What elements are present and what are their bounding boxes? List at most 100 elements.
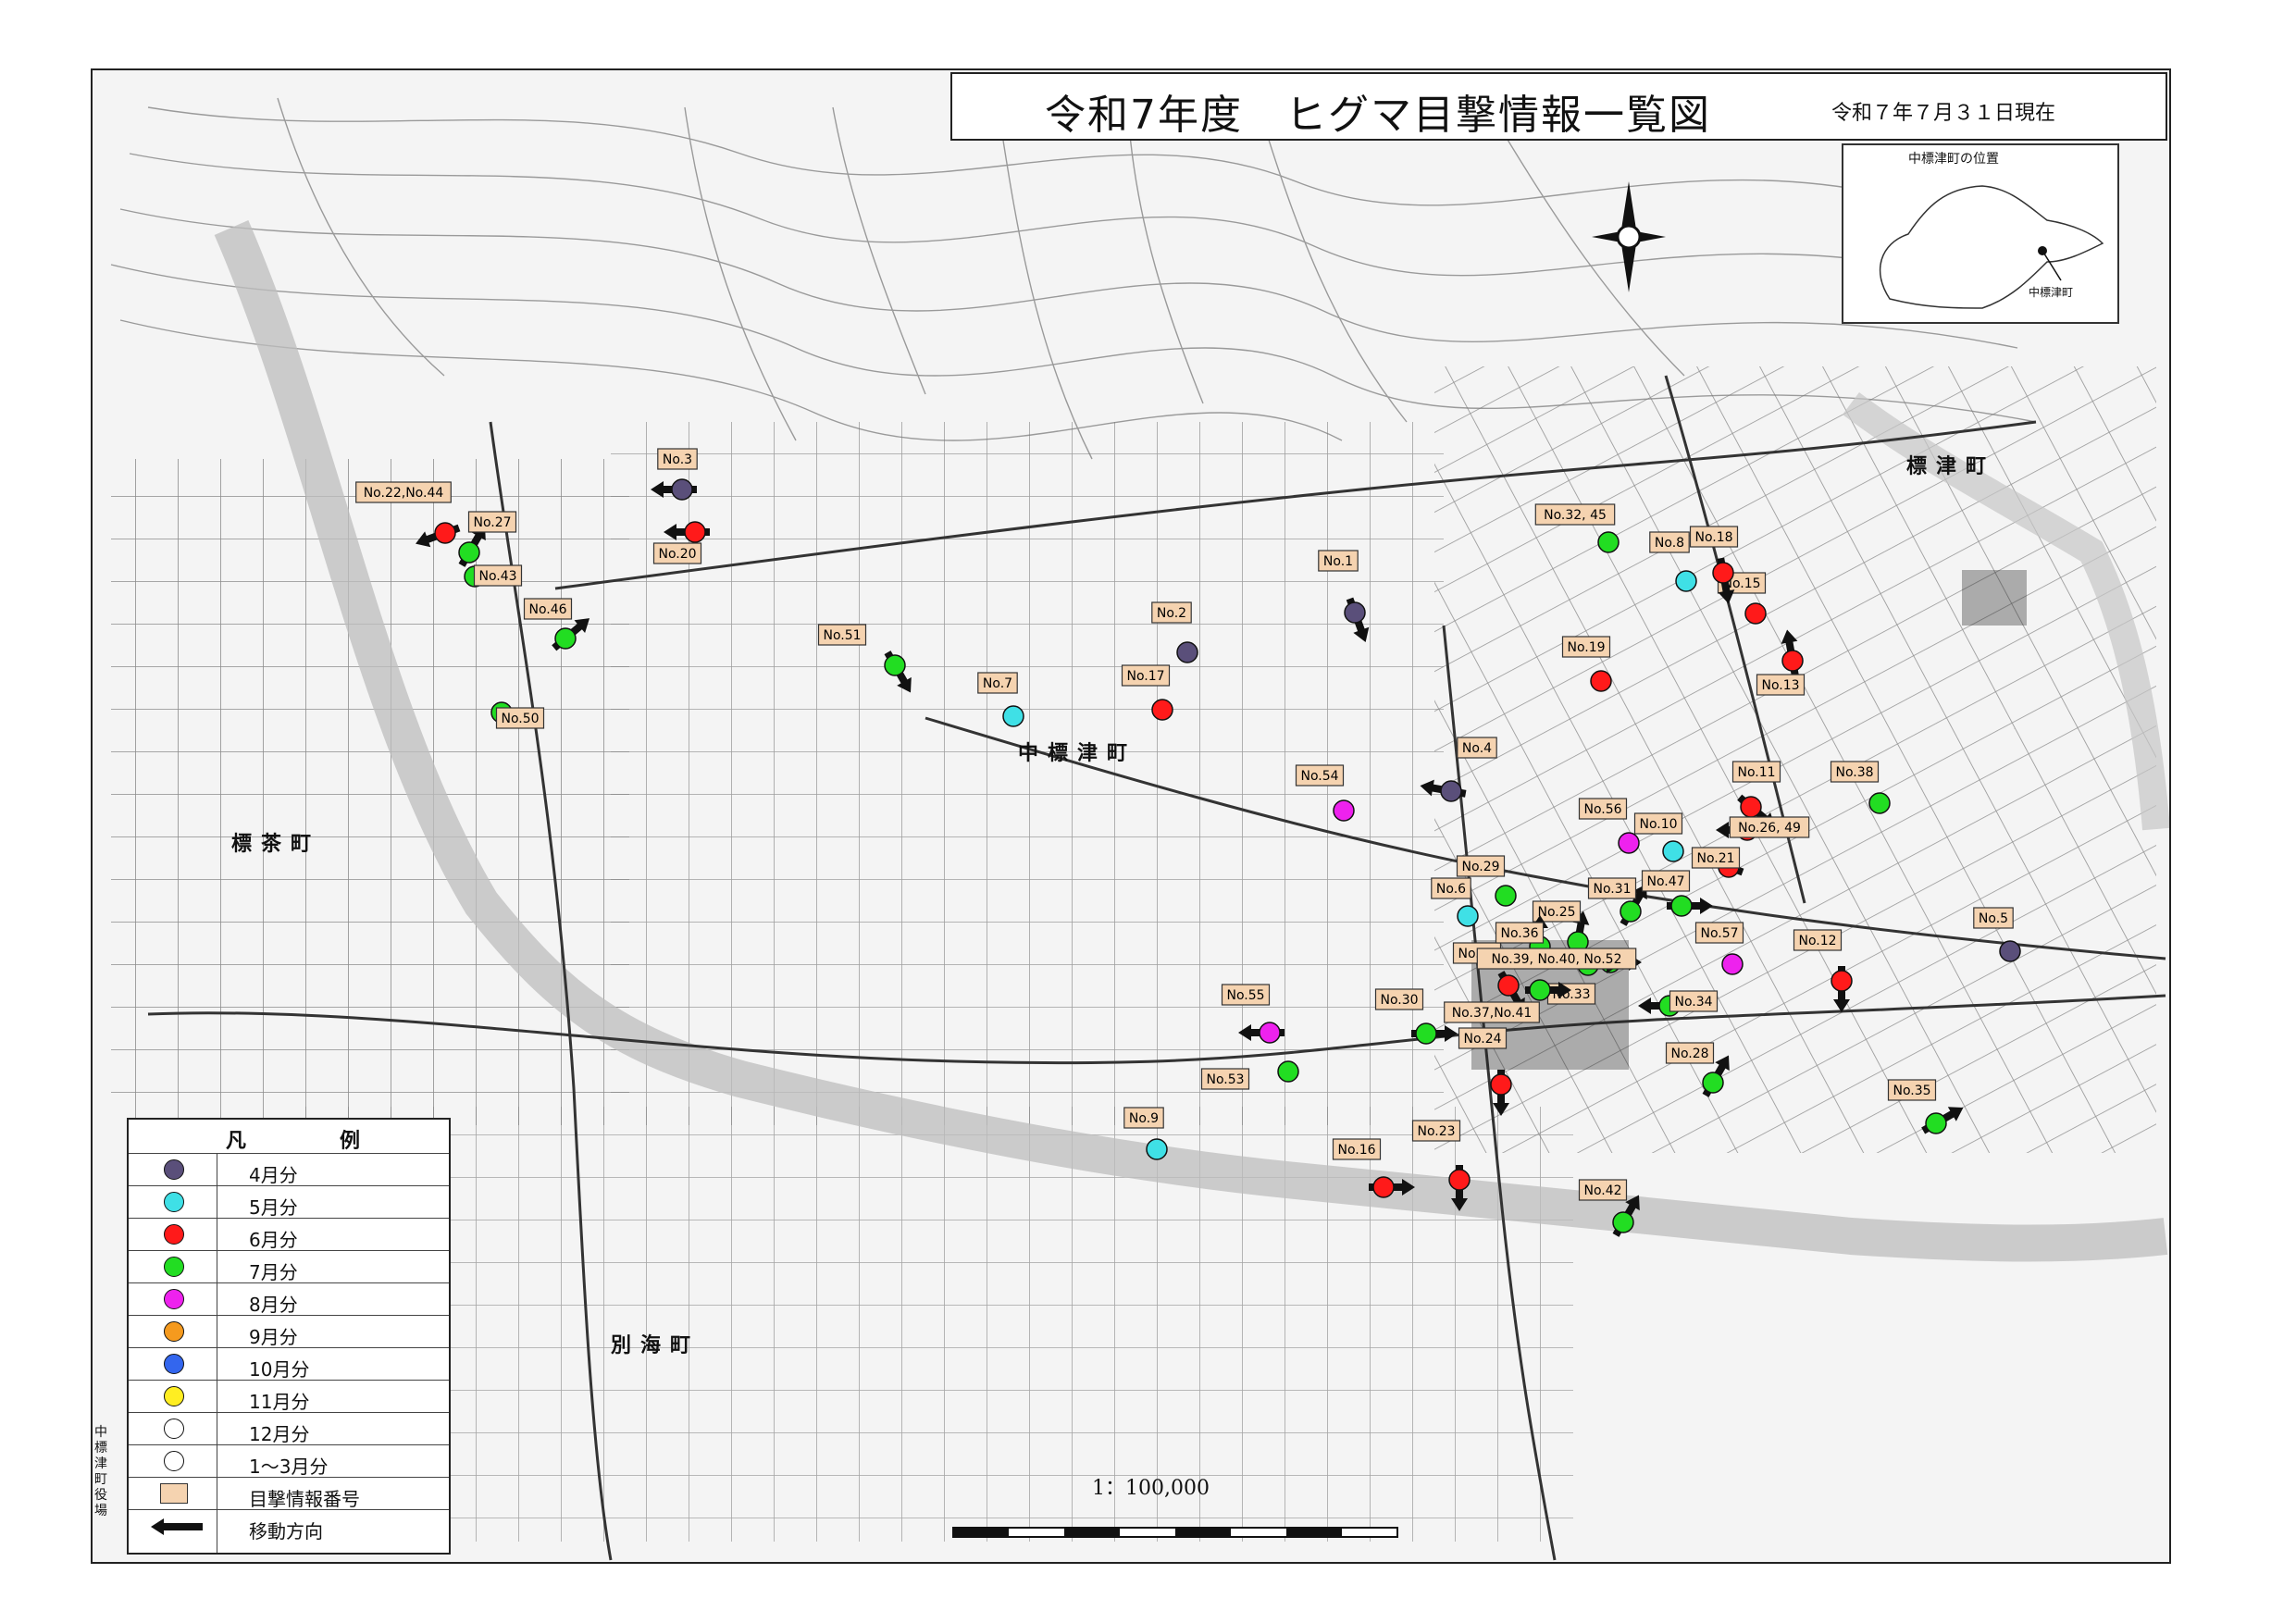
sighting-2: No.2 [1151,601,1198,663]
sighting-label: No.39, No.40, No.52 [1492,952,1622,967]
sighting-dot [1457,905,1479,927]
sighting-13: No.13 [1756,629,1806,696]
sighting-19: No.19 [1561,636,1612,692]
place-name-betsukai: 別海町 [611,1334,701,1357]
sighting-label: No.47 [1646,874,1684,889]
legend-dot-icon [164,1419,184,1439]
sighting-label: No.13 [1761,678,1799,693]
legend-dot-icon [164,1451,184,1471]
sighting-20: No.20 [652,521,710,564]
sighting-5: No.5 [1973,907,2021,962]
sighting-27: No.27 [458,511,517,567]
sighting-6: No.6 [1431,877,1479,927]
legend-row-4: 7月分 [129,1250,449,1283]
sighting-label: No.17 [1126,669,1164,684]
sighting-dot [1702,1072,1724,1094]
sighting-8: No.8 [1649,531,1697,592]
legend-row-3: 6月分 [129,1218,449,1251]
sighting-label: No.27 [473,515,511,530]
sighting-dot [1333,799,1355,822]
legend-dot-icon [164,1354,184,1374]
inset-location-map: 中標津町の位置 中標津町 [1842,143,2119,324]
legend-row-8: 11月分 [129,1380,449,1413]
sighting-dot [1597,531,1620,553]
legend-dot-icon [164,1192,184,1212]
sighting-dot [684,521,706,543]
sighting-48: No.55 [1221,984,1285,1044]
legend-row-10: 1～3月分 [129,1444,449,1478]
sighting-dot [554,627,577,650]
sighting-label: No.54 [1300,769,1338,784]
sighting-dot [1925,1112,1947,1134]
legend-label: 5月分 [249,1196,298,1219]
sighting-41: No.43 [464,564,523,588]
legend-number-label: 目撃情報番号 [249,1488,360,1510]
sighting-9: No.9 [1123,1107,1168,1160]
legend-row-6: 9月分 [129,1315,449,1348]
sighting-45: No.51 [817,624,912,693]
side-label: 中標津町役場 [94,1425,107,1518]
sighting-dot [1490,1073,1512,1096]
legend-label: 6月分 [249,1229,298,1251]
sighting-label: No.50 [501,712,539,726]
sighting-dot [1277,1060,1299,1083]
sighting-label: No.43 [478,569,516,584]
sighting-28: No.28 [1665,1042,1730,1097]
sighting-dot [458,541,480,564]
sighting-40: No.42 [1578,1179,1640,1237]
place-name-shibetsu: 標津町 [1906,455,1996,478]
sighting-dot [1176,641,1198,663]
sighting-label: No.46 [528,602,566,617]
sighting-label: No.21 [1696,851,1734,866]
sighting-label: No.28 [1670,1047,1708,1061]
sighting-label: No.34 [1674,995,1712,1010]
sighting-dot [1151,699,1173,721]
legend-label: 12月分 [249,1423,310,1445]
sighting-dot [1259,1022,1281,1044]
sighting-dot [1740,796,1762,818]
sighting-label: No.10 [1639,817,1677,832]
sighting-17: No.17 [1121,664,1173,721]
sighting-label: No.22,No.44 [364,486,444,501]
map-title: 令和7年度 ヒグマ目撃情報一覧図 [1045,92,1711,139]
inset-town-label: 中標津町 [2029,286,2074,299]
sighting-dot [1529,979,1551,1001]
sighting-label: No.42 [1583,1183,1621,1198]
sighting-dot [1868,792,1891,814]
arrow-left-icon [151,1518,203,1535]
legend-row-1: 4月分 [129,1153,449,1186]
legend-label: 4月分 [249,1164,298,1186]
sighting-23: No.23 [1411,1120,1471,1211]
legend-title-left: 凡 [226,1130,247,1153]
legend-row-2: 5月分 [129,1185,449,1219]
sighting-dot [1662,840,1684,862]
sighting-label: No.11 [1737,765,1775,780]
sighting-dot [1495,885,1517,907]
sighting-label: No.36 [1500,926,1538,941]
sighting-3: No.3 [651,448,698,501]
sighting-label: No.18 [1694,530,1732,545]
sighting-dot [1781,650,1804,672]
sighting-49: No.56 [1578,798,1640,854]
sighting-26: No.26, 49 [1716,816,1810,841]
legend-dot-icon [164,1321,184,1342]
sighting-label: No.6 [1436,882,1466,897]
legend-row-9: 12月分 [129,1412,449,1445]
label-box-icon [160,1483,188,1504]
sighting-dot [1675,570,1697,592]
sighting-label: No.38 [1835,765,1873,780]
sighting-dot [1670,895,1693,917]
sighting-label: No.1 [1323,554,1353,569]
legend-row-move: 移動方向 [129,1509,449,1542]
sighting-dot [1372,1176,1395,1198]
sighting-35: No.35 [1887,1079,1964,1134]
sighting-7: No.7 [977,672,1024,727]
sighting-12: No.12 [1793,929,1853,1012]
sighting-dot [1002,705,1024,727]
legend-label: 1～3月分 [249,1456,329,1478]
sighting-dot [1831,970,1853,992]
sighting-label: No.29 [1461,860,1499,874]
sighting-dot [884,654,906,676]
sighting-label: No.53 [1206,1072,1244,1087]
sighting-dot [1721,953,1744,975]
